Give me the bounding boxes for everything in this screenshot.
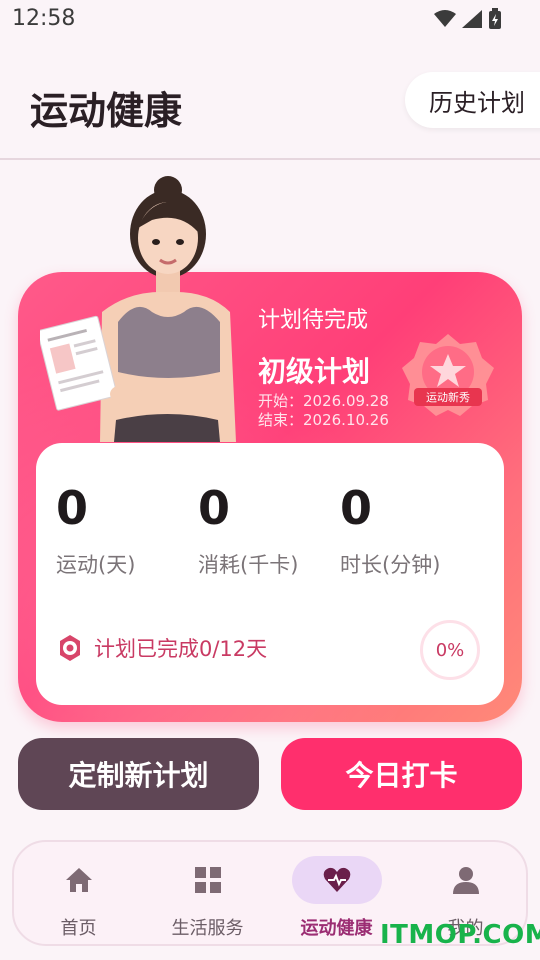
- tab-icon-wrap: [421, 856, 511, 904]
- signal-icon: [462, 10, 482, 28]
- status-bar: 12:58: [0, 0, 540, 40]
- stat-label: 时长(分钟): [340, 553, 441, 577]
- heart-pulse-icon: [323, 867, 350, 892]
- tab-icon-wrap: [291, 856, 382, 904]
- person-icon: [452, 867, 479, 894]
- stat-label: 消耗(千卡): [198, 553, 299, 577]
- home-icon: [65, 868, 92, 892]
- plan-name: 初级计划: [258, 355, 371, 388]
- wifi-icon: [434, 10, 456, 27]
- history-plan-button[interactable]: 历史计划: [405, 72, 540, 128]
- check-in-button[interactable]: 今日打卡: [281, 738, 522, 810]
- stat-value: 0: [56, 481, 89, 535]
- status-time: 12:58: [12, 6, 76, 31]
- tab-label: 首页: [60, 918, 97, 939]
- page-title: 运动健康: [30, 89, 183, 133]
- stat-label: 运动(天): [56, 553, 136, 577]
- page-header: 运动健康 历史计划: [0, 60, 540, 160]
- plan-start-date: 开始：2026.09.28: [258, 392, 389, 410]
- status-icons: [434, 8, 502, 30]
- stat-exercise-days: 0 运动(天): [56, 481, 135, 579]
- stats-panel: 0 运动(天) 0 消耗(千卡) 0 时长(分钟) 计划已完成0/12天 0%: [36, 443, 504, 705]
- tab-home[interactable]: 首页: [14, 842, 143, 948]
- tab-icon-wrap: [34, 856, 124, 904]
- plan-status: 计划待完成: [258, 308, 369, 333]
- stat-value: 0: [340, 481, 373, 535]
- target-icon: [60, 635, 80, 661]
- progress-percent: 0%: [435, 639, 465, 661]
- rookie-badge-icon: 运动新秀: [402, 334, 494, 416]
- progress-ring: 0%: [420, 620, 480, 680]
- stat-calories: 0 消耗(千卡): [198, 481, 298, 579]
- tab-icon-wrap: [163, 856, 253, 904]
- stat-duration: 0 时长(分钟): [340, 481, 440, 579]
- fitness-woman-illustration: [40, 176, 236, 442]
- custom-plan-button[interactable]: 定制新计划: [18, 738, 259, 810]
- progress-text: 计划已完成0/12天: [94, 637, 268, 661]
- grid-icon: [194, 867, 221, 893]
- tab-life-services[interactable]: 生活服务: [143, 842, 272, 948]
- plan-progress: 计划已完成0/12天: [56, 633, 267, 663]
- tab-label: 生活服务: [171, 918, 244, 939]
- watermark: ITMOP.COM: [380, 920, 540, 950]
- plan-end-date: 结束：2026.10.26: [258, 411, 389, 429]
- battery-icon: [489, 8, 501, 29]
- stat-value: 0: [198, 481, 231, 535]
- badge-text: 运动新秀: [426, 390, 470, 404]
